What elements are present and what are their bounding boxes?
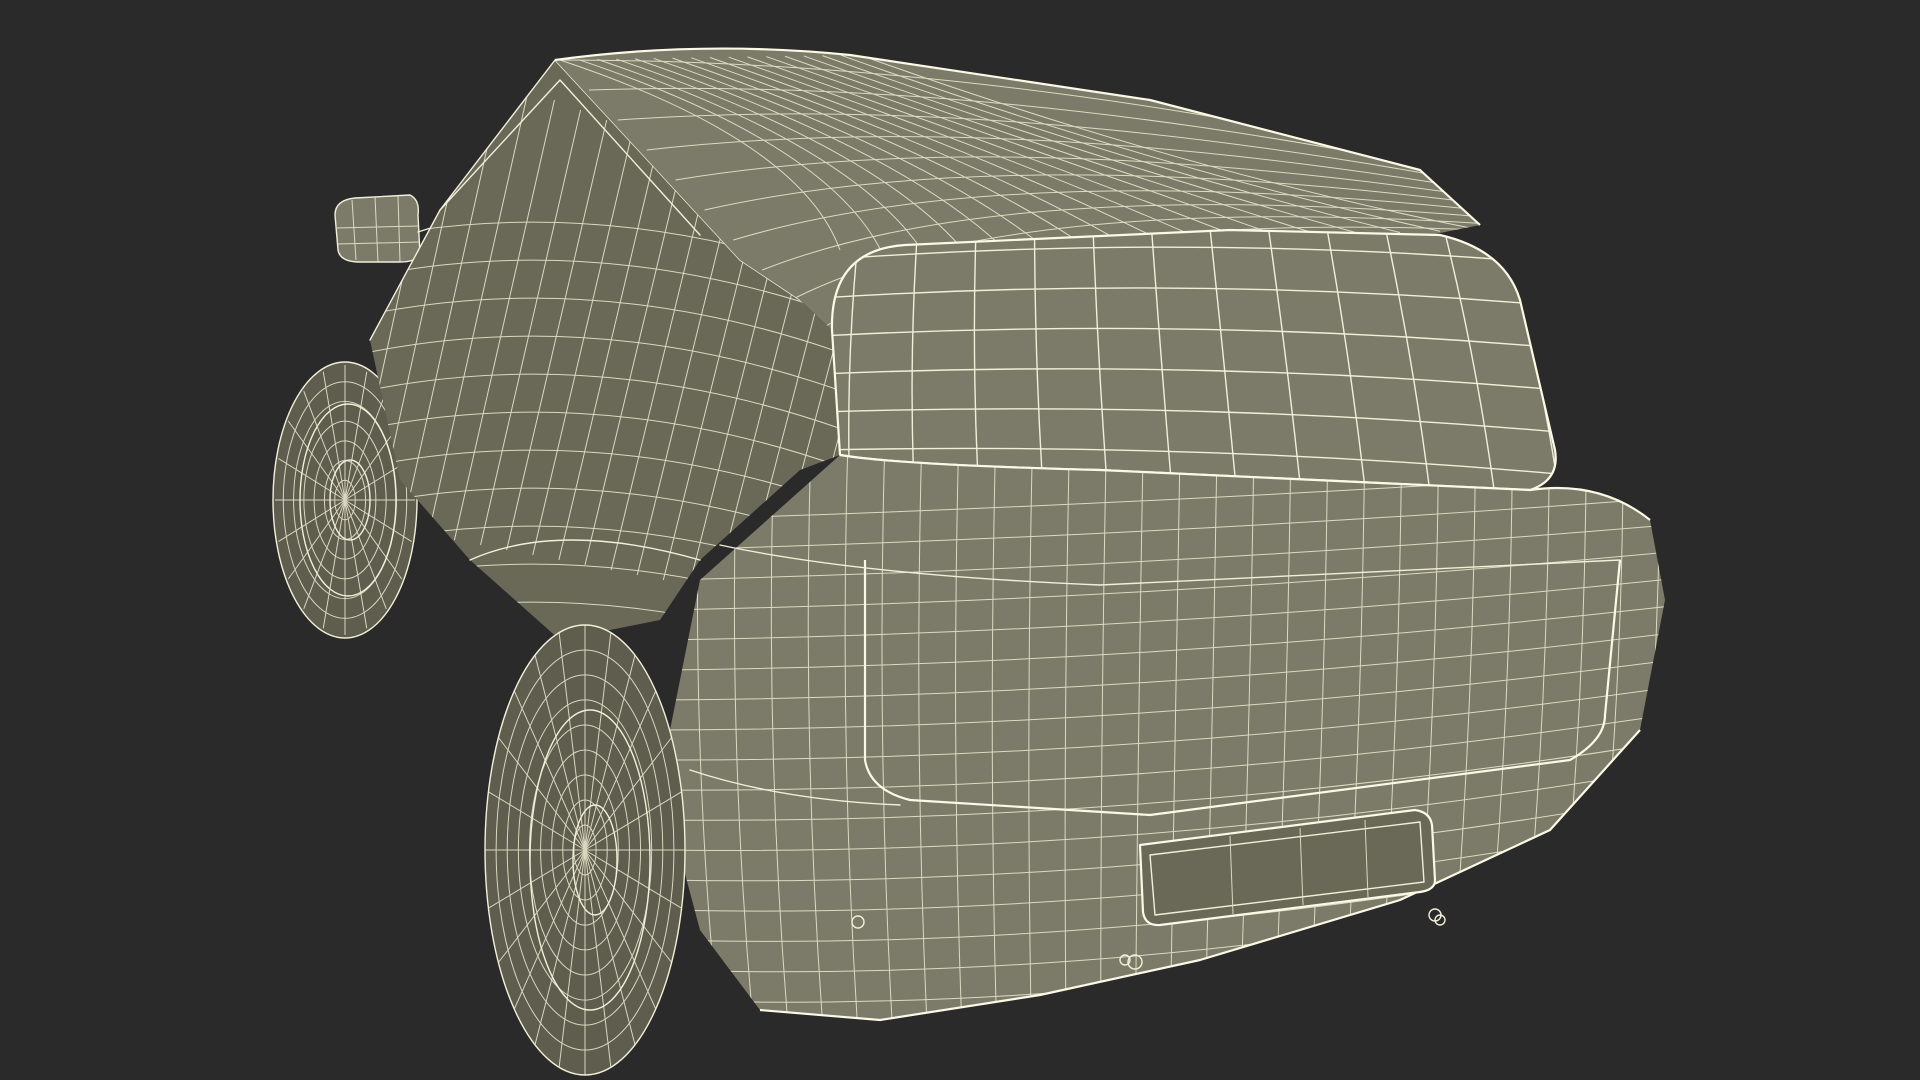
tailgate-bumper: [660, 453, 1665, 1022]
render-viewport: [0, 0, 1920, 1080]
rear-wheel: [484, 624, 686, 1076]
wireframe-render: [272, 47, 1665, 1076]
